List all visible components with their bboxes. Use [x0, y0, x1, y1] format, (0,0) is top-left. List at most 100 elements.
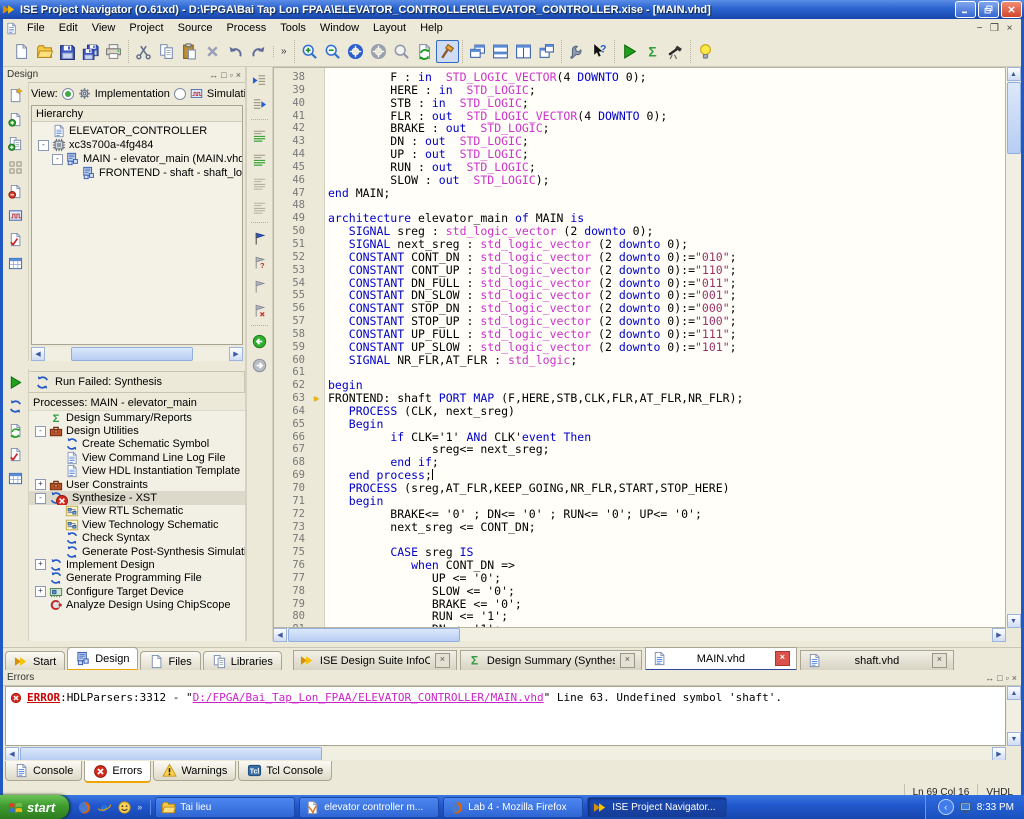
design-squares4-button[interactable] [5, 157, 26, 177]
close-button[interactable] [1001, 1, 1022, 18]
paste-button[interactable] [178, 40, 201, 63]
code-line[interactable]: 47end MAIN; [274, 187, 1005, 200]
tab-design[interactable]: Design [67, 647, 138, 671]
menu-window[interactable]: Window [313, 20, 366, 36]
redo-button[interactable] [247, 40, 270, 63]
panel-float-button[interactable]: ↔ [985, 673, 994, 683]
editor-flag-blue-button[interactable] [249, 228, 270, 248]
doc-tab-ise-design-suite-infocenter[interactable]: ISE Design Suite InfoCenter× [293, 650, 457, 671]
editor-nav-back-button[interactable] [249, 331, 270, 351]
code-line[interactable]: 64 PROCESS (CLK, next_sreg) [274, 405, 1005, 418]
menu-view[interactable]: View [85, 20, 123, 36]
scroll-thumb[interactable] [1007, 82, 1021, 154]
design-page-check-button[interactable] [5, 229, 26, 249]
cut-button[interactable] [132, 40, 155, 63]
menu-project[interactable]: Project [122, 20, 170, 36]
taskbar-ise-project-navigator[interactable]: ISE Project Navigator... [587, 797, 727, 818]
process-item-view-hdl-instantiation-template[interactable]: View HDL Instantiation Template [29, 465, 245, 478]
process-play-button[interactable] [5, 372, 26, 392]
code-line[interactable]: 61 [274, 366, 1005, 379]
editor-snip-green-button[interactable] [249, 125, 270, 145]
tab-start[interactable]: Start [5, 651, 65, 671]
zoom-selection-button[interactable] [390, 40, 413, 63]
zoom-out-button[interactable] [321, 40, 344, 63]
expander[interactable]: + [35, 586, 46, 597]
process-item-generate-post-synthesis-simulatio[interactable]: Generate Post-Synthesis Simulatio... [29, 545, 245, 558]
panel-dock-button[interactable]: ▫ [1006, 673, 1009, 683]
doc-tab-main-vhd[interactable]: MAIN.vhd× [645, 647, 797, 671]
process-item-analyze-design-using-chipscope[interactable]: Analyze Design Using ChipScope [29, 598, 245, 611]
design-summary-button[interactable] [641, 40, 664, 63]
tile-vertical-button[interactable] [512, 40, 535, 63]
errors-hscrollbar[interactable]: ◀ ▶ [5, 747, 1006, 760]
menu-file[interactable]: File [20, 20, 52, 36]
run-button[interactable] [618, 40, 641, 63]
editor-nav-fwd-button[interactable] [249, 355, 270, 375]
editor-snip-gray-button[interactable] [249, 173, 270, 193]
edit-mode-button[interactable] [436, 40, 459, 63]
menu-tools[interactable]: Tools [273, 20, 313, 36]
menu-source[interactable]: Source [171, 20, 220, 36]
scroll-up-arrow[interactable]: ▲ [1007, 67, 1021, 81]
menu-layout[interactable]: Layout [366, 20, 413, 36]
process-item-implement-design[interactable]: +Implement Design [29, 558, 245, 571]
taskbar-elevator-controller-m[interactable]: elevator controller m... [299, 797, 439, 818]
hierarchy-hscrollbar[interactable]: ◀ ▶ [31, 347, 243, 361]
tab-close-button[interactable]: × [775, 651, 790, 666]
code-line[interactable]: 70 PROCESS (sreg,AT_FLR,KEEP_GOING,NR_FL… [274, 482, 1005, 495]
hierarchy-item-main-elevator-main-main-vhd[interactable]: -MAIN - elevator_main (MAIN.vhd) [32, 152, 242, 166]
scroll-left-arrow[interactable]: ◀ [31, 347, 45, 361]
editor-snip-gray-button[interactable] [249, 197, 270, 217]
hierarchy-item-xc3s700a-4fg484[interactable]: -xc3s700a-4fg484 [32, 138, 242, 152]
scroll-right-arrow[interactable]: ▶ [229, 347, 243, 361]
editor-outdent-button[interactable] [249, 70, 270, 90]
editor-snip-green-button[interactable] [249, 149, 270, 169]
expander[interactable]: + [35, 479, 46, 490]
quicklaunch-chevron[interactable]: » [137, 802, 142, 812]
open-file-button[interactable] [33, 40, 56, 63]
process-item-design-utilities[interactable]: -Design Utilities [29, 424, 245, 437]
new-file-button[interactable] [10, 40, 33, 63]
delete-button[interactable] [201, 40, 224, 63]
process-item-design-summary-reports[interactable]: Design Summary/Reports [29, 411, 245, 424]
restore-button[interactable] [978, 1, 999, 18]
scroll-left-arrow[interactable]: ◀ [5, 747, 19, 761]
tray-chevron[interactable]: ‹ [938, 799, 954, 815]
editor-flag-gray-button[interactable] [249, 276, 270, 296]
errors-vscrollbar[interactable]: ▲ ▼ [1007, 686, 1021, 746]
quicklaunch-firefox-button[interactable] [77, 800, 92, 815]
expander[interactable]: - [35, 493, 46, 504]
process-item-view-command-line-log-file[interactable]: View Command Line Log File [29, 451, 245, 464]
save-all-button[interactable] [79, 40, 102, 63]
panel-dock-button[interactable]: ▫ [230, 70, 233, 80]
design-sim-button[interactable] [5, 205, 26, 225]
panel-maximize-button[interactable]: □ [997, 673, 1002, 683]
scroll-right-arrow[interactable]: ▶ [992, 628, 1006, 642]
analyze-button[interactable] [664, 40, 687, 63]
tile-horizontal-button[interactable] [489, 40, 512, 63]
console-tab-console[interactable]: Console [5, 761, 82, 781]
design-page-minus-button[interactable] [5, 181, 26, 201]
console-tab-tcl-console[interactable]: Tcl Console [238, 761, 332, 781]
expander[interactable]: - [52, 154, 63, 165]
file-path-link[interactable]: D:/FPGA/Bai_Tap_Lon_FPAA/ELEVATOR_CONTRO… [193, 691, 544, 704]
simulation-radio[interactable] [174, 88, 186, 100]
scroll-thumb[interactable] [20, 747, 322, 761]
tab-libraries[interactable]: Libraries [203, 651, 282, 671]
expander[interactable]: + [35, 559, 46, 570]
tab-close-button[interactable]: × [932, 653, 947, 668]
hierarchy-item-elevator-controller[interactable]: ELEVATOR_CONTROLLER [32, 124, 242, 138]
tab-close-button[interactable]: × [435, 653, 450, 668]
process-item-synthesize-xst[interactable]: -Synthesize - XST [29, 491, 245, 504]
expander[interactable]: - [35, 426, 46, 437]
tab-close-button[interactable]: × [620, 653, 635, 668]
start-button[interactable]: start [0, 795, 69, 819]
scroll-thumb[interactable] [71, 347, 193, 361]
quicklaunch-ie-button[interactable] [97, 800, 112, 815]
menu-edit[interactable]: Edit [52, 20, 85, 36]
process-item-check-syntax[interactable]: Check Syntax [29, 532, 245, 545]
scroll-up-arrow[interactable]: ▲ [1007, 686, 1021, 700]
scroll-right-arrow[interactable]: ▶ [992, 747, 1006, 761]
panel-close-button[interactable]: × [1012, 673, 1017, 683]
quicklaunch-smiley-button[interactable] [117, 800, 132, 815]
